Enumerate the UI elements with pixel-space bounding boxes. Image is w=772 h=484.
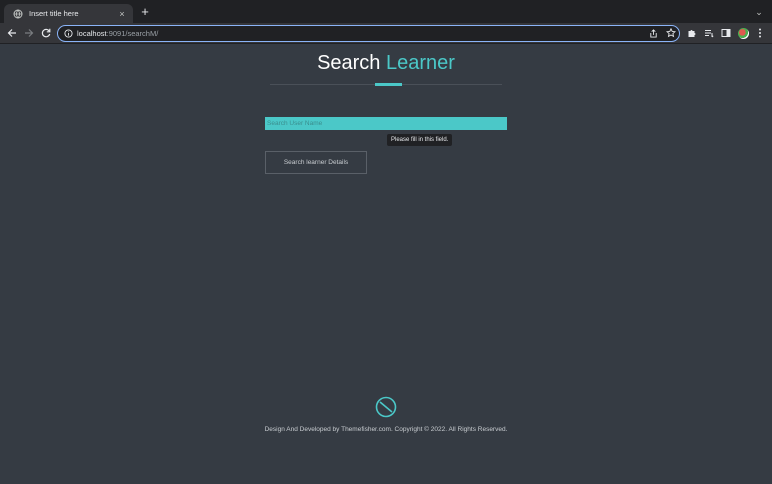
page-title: Search Learner — [0, 52, 772, 75]
browser-tab-bar: Insert title here × + ⌄ — [0, 0, 772, 23]
profile-avatar[interactable] — [736, 26, 750, 40]
kebab-menu-icon[interactable] — [753, 26, 767, 40]
title-accent-bar — [375, 83, 402, 86]
compass-icon — [375, 396, 397, 418]
tab-close-icon[interactable]: × — [115, 7, 129, 21]
browser-tab[interactable]: Insert title here × — [4, 4, 133, 23]
avatar — [737, 27, 749, 39]
footer-copyright: Design And Developed by Themefisher.com.… — [264, 426, 508, 433]
search-learner-button[interactable]: Search learner Details — [265, 151, 367, 174]
url-text: localhost:9091/searchM/ — [77, 28, 158, 39]
reading-list-icon[interactable] — [702, 26, 716, 40]
page-title-main: Search — [317, 52, 381, 74]
url-host: localhost — [77, 28, 107, 38]
page-title-accent: Learner — [386, 52, 455, 74]
tab-search-chevron-icon[interactable]: ⌄ — [752, 5, 766, 19]
address-bar[interactable]: localhost:9091/searchM/ — [57, 24, 680, 42]
extensions-puzzle-icon[interactable] — [685, 26, 699, 40]
side-panel-icon[interactable] — [719, 26, 733, 40]
site-info-icon[interactable] — [63, 28, 74, 39]
new-tab-plus-icon[interactable]: + — [138, 5, 152, 19]
reload-icon[interactable] — [39, 26, 53, 40]
share-icon[interactable] — [648, 28, 659, 39]
bookmark-star-icon[interactable] — [665, 28, 676, 39]
validation-tooltip: Please fill in this field. — [387, 134, 453, 146]
tab-title: Insert title here — [29, 9, 79, 18]
back-arrow-icon[interactable] — [5, 26, 19, 40]
page-content: Search Learner Please fill in this field… — [0, 44, 772, 484]
globe-icon — [11, 7, 25, 21]
browser-toolbar: localhost:9091/searchM/ — [0, 23, 772, 44]
url-path: :9091/searchM/ — [106, 28, 159, 38]
search-user-input[interactable] — [265, 117, 507, 130]
forward-arrow-icon[interactable] — [22, 26, 36, 40]
